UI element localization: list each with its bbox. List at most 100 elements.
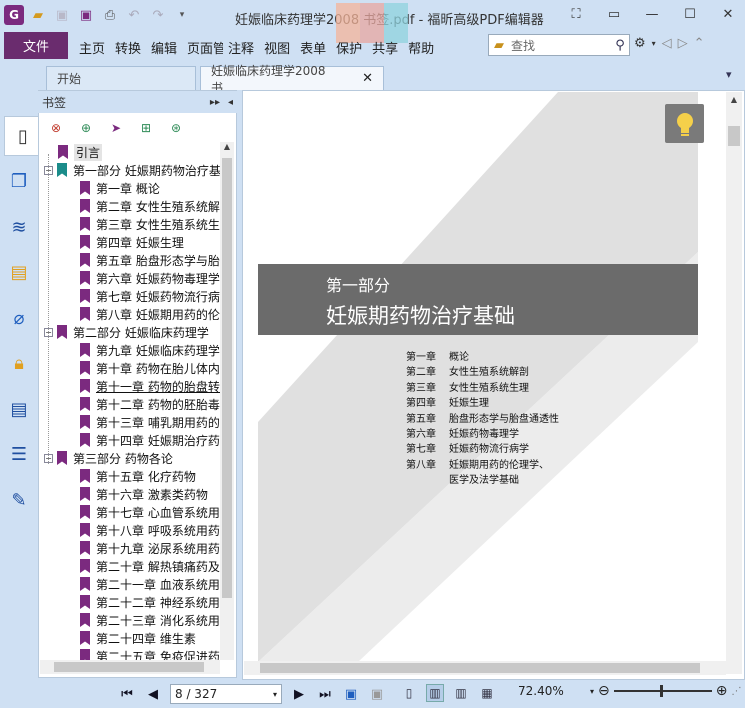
zoom-dropdown-icon[interactable]: ▾ [590,687,594,696]
bookmark-item[interactable]: 第十二章 药物的胚胎毒性 [80,395,220,413]
undo-icon[interactable]: ↶ [124,5,144,25]
prev-page-icon[interactable]: ◀ [144,687,162,702]
nav-forward-icon[interactable]: ▷ [678,36,688,51]
menu-convert[interactable]: 转换 [110,36,146,59]
last-page-icon[interactable]: ⏭ [316,687,334,702]
tree-scroll-thumb[interactable] [222,158,232,598]
tip-lightbulb-button[interactable] [665,104,704,143]
tabs-menu-icon[interactable]: ▾ [726,68,732,81]
app-logo-icon[interactable]: G [4,5,24,25]
bookmark-item[interactable]: 第六章 妊娠药物毒理学 [80,269,220,287]
bookmark-item[interactable]: 第二十章 解热镇痛药及 [80,557,220,575]
bookmark-item[interactable]: 第七章 妊娠药物流行病学 [80,287,220,305]
continuous-facing-icon[interactable]: ▦ [478,684,496,702]
comments-icon[interactable]: ▤ [6,259,32,285]
bookmark-item[interactable]: 第一章 概论 [80,179,160,197]
add-child-bookmark-icon[interactable]: ➤ [106,118,126,138]
facing-pages-icon[interactable]: ▥ [452,684,470,702]
search-folder-icon[interactable]: ▰ [489,38,509,53]
document-vertical-scrollbar[interactable]: ▲ [726,92,742,674]
menu-home[interactable]: 主页 [74,36,110,59]
file-menu-button[interactable]: 文件 [4,32,68,59]
menu-page-manage[interactable]: 页面管 [182,36,223,59]
resize-grip-icon[interactable]: ⋰ [731,686,741,697]
tree-vertical-scrollbar[interactable]: ▲ [220,142,234,660]
bookmark-item[interactable]: 第二十一章 血液系统用 [80,575,220,593]
signature-icon[interactable]: ✎ [6,487,32,513]
tab-document[interactable]: 妊娠临床药理学2008 书... ✕ [200,64,384,95]
attachments-icon[interactable]: ⌀ [6,305,32,331]
search-icon[interactable]: ⚲ [611,38,629,53]
tree-scroll-up-icon[interactable]: ▲ [220,142,234,156]
menu-form[interactable]: 表单 [295,36,331,59]
zoom-out-icon[interactable]: ⊖ [598,683,610,699]
next-page-icon[interactable]: ▶ [290,687,308,702]
search-input[interactable]: ▰ 查找 ⚲ [488,34,630,56]
bookmark-item[interactable]: 第二十二章 神经系统用 [80,593,220,611]
fit-width-icon[interactable]: ▣ [368,687,386,702]
bookmark-page-icon[interactable]: ▯ [10,123,36,149]
bookmark-item[interactable]: 第三章 女性生殖系统生理 [80,215,220,233]
layers-icon[interactable]: ≋ [6,214,32,240]
doc-hscroll-thumb[interactable] [260,663,700,673]
close-button[interactable]: ✕ [717,4,739,24]
single-page-icon[interactable]: ▯ [400,684,418,702]
zoom-level[interactable]: 72.40% [518,684,564,698]
tree-hscroll-thumb[interactable] [54,662,204,672]
bookmark-item[interactable]: − 第二部分 妊娠临床药理学 [44,323,209,341]
delete-bookmark-icon[interactable]: ⊗ [46,118,66,138]
nav-back-icon[interactable]: ◁ [662,36,672,51]
maximize-button[interactable]: ☐ [679,4,701,24]
tree-horizontal-scrollbar[interactable] [40,660,220,674]
bookmark-item[interactable]: 第十三章 哺乳期用药的 [80,413,220,431]
bookmark-item[interactable]: 第四章 妊娠生理 [80,233,184,251]
bookmark-item[interactable]: 第九章 妊娠临床药理学 [80,341,220,359]
menu-view[interactable]: 视图 [259,36,295,59]
print-icon[interactable]: ⎙ [100,5,120,25]
settings-gear-icon[interactable]: ⚙ [634,36,646,51]
menu-edit[interactable]: 编辑 [146,36,182,59]
menu-share[interactable]: 共享 [367,36,403,59]
security-lock-icon[interactable]: 🔒︎ [6,350,32,376]
restore-ribbon-icon[interactable]: ▭ [603,4,625,24]
doc-scroll-thumb[interactable] [728,126,740,146]
bookmark-item[interactable]: 第十章 药物在胎儿体内 [80,359,220,377]
bookmark-item[interactable]: 第十八章 呼吸系统用药 [80,521,220,539]
collapse-ribbon-icon[interactable]: ⌃ [694,36,705,51]
document-horizontal-scrollbar[interactable] [244,661,726,675]
bookmark-item[interactable]: − 第三部分 药物各论 [44,449,173,467]
continuous-page-icon[interactable]: ▥ [426,684,444,702]
menu-comment[interactable]: 注释 [223,36,259,59]
tab-start[interactable]: 开始 [46,66,196,90]
bookmark-item[interactable]: 第二十五章 免疫促进药 [80,647,220,660]
redo-icon[interactable]: ↷ [148,5,168,25]
fit-page-icon[interactable]: ▣ [342,687,360,702]
panel-expand-icon[interactable]: ▸▸ [206,97,224,108]
bookmark-item[interactable]: 第五章 胎盘形态学与胎盘通透性 [80,251,220,269]
zoom-slider-track[interactable] [613,685,712,697]
page-number-input[interactable]: 8 / 327 ▾ [170,684,282,704]
bookmark-item[interactable]: 引言 [44,143,103,161]
minimize-button[interactable]: — [641,4,663,24]
bookmark-item[interactable]: 第十七章 心血管系统用 [80,503,220,521]
new-bookmark-page-icon[interactable]: ⊞ [136,118,156,138]
doc-scroll-up-icon[interactable]: ▲ [726,92,742,108]
settings-dropdown-icon[interactable]: ▾ [652,39,656,48]
customize-dropdown-icon[interactable]: ▾ [172,5,192,25]
zoom-slider-thumb[interactable] [659,685,663,697]
bookmark-item[interactable]: 第二十三章 消化系统用 [80,611,220,629]
bookmark-item[interactable]: 第二十四章 维生素 [80,629,196,647]
pages-thumbnail-icon[interactable]: ❐ [6,168,32,194]
bookmark-item[interactable]: 第十一章 药物的胎盘转运 [80,377,220,395]
bookmark-item[interactable]: 第十四章 妊娠期治疗药 [80,431,220,449]
add-bookmark-icon[interactable]: ⊕ [76,118,96,138]
bookmark-item[interactable]: 第十六章 激素类药物 [80,485,208,503]
bookmark-item[interactable]: 第八章 妊娠期用药的伦理学 [80,305,220,323]
panel-collapse-icon[interactable]: ◂ [224,97,237,108]
bookmark-item[interactable]: 第十五章 化疗药物 [80,467,196,485]
bookmark-item[interactable]: 第十九章 泌尿系统用药 [80,539,220,557]
first-page-icon[interactable]: ⏮ [118,687,136,702]
save-as-icon[interactable]: ▣ [76,5,96,25]
page-dropdown-icon[interactable]: ▾ [273,690,277,699]
menu-help[interactable]: 帮助 [403,36,439,59]
